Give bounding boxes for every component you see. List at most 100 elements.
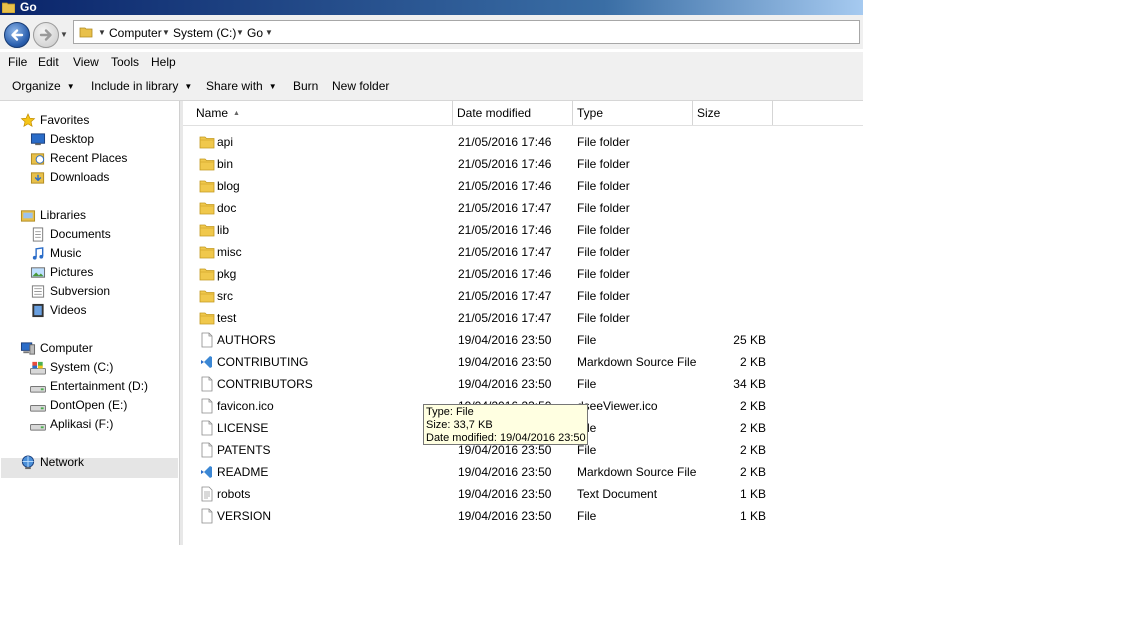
file-row[interactable]: doc 21/05/2016 17:47 File folder: [183, 197, 863, 219]
file-name: VERSION: [217, 509, 272, 523]
file-size: 34 KB: [733, 377, 766, 391]
file-name: PATENTS: [217, 443, 271, 457]
file-row[interactable]: pkg 21/05/2016 17:46 File folder: [183, 263, 863, 285]
file-name: robots: [217, 487, 251, 501]
recent-pages-dropdown[interactable]: ▼: [60, 30, 68, 39]
forward-button[interactable]: [33, 22, 59, 48]
new-folder-button[interactable]: New folder: [332, 79, 389, 93]
file-date-modified: 21/05/2016 17:47: [458, 245, 552, 259]
nav-item-label: DontOpen (E:): [50, 398, 128, 412]
tooltip-date: Date modified: 19/04/2016 23:50: [426, 432, 586, 444]
folder-icon: [199, 202, 215, 215]
file-type: File folder: [577, 267, 630, 281]
nav-item-label: Aplikasi (F:): [50, 417, 114, 431]
nav-item-label: System (C:): [50, 360, 114, 374]
chevron-down-icon: ▼: [184, 82, 193, 91]
menu-edit[interactable]: Edit: [38, 55, 59, 69]
arrow-right-icon: [39, 29, 52, 41]
nav-favorites-label: Favorites: [40, 113, 90, 127]
breadcrumb-system-c[interactable]: System (C:): [173, 26, 236, 40]
file-name: doc: [217, 201, 237, 215]
file-name: LICENSE: [217, 421, 269, 435]
column-type[interactable]: Type: [573, 101, 693, 125]
file-name: lib: [217, 223, 230, 237]
file-name: AUTHORS: [217, 333, 276, 347]
title-bar[interactable]: Go: [0, 0, 863, 15]
tooltip-size: Size: 33,7 KB: [426, 419, 493, 431]
include-in-library-button[interactable]: Include in library ▼: [91, 79, 192, 93]
file-row[interactable]: VERSION 19/04/2016 23:50 File 1 KB: [183, 505, 863, 527]
chevron-down-icon[interactable]: ▼: [236, 28, 244, 37]
file-size: 2 KB: [739, 465, 766, 479]
pictures-icon: [30, 267, 46, 278]
file-row[interactable]: src 21/05/2016 17:47 File folder: [183, 285, 863, 307]
nav-libraries-label: Libraries: [40, 208, 87, 222]
address-box[interactable]: ▼ Computer ▼ System (C:) ▼ Go ▼: [73, 20, 860, 44]
burn-button[interactable]: Burn: [293, 79, 318, 93]
menu-tools[interactable]: Tools: [111, 55, 139, 69]
column-name-label: Name: [196, 106, 229, 120]
file-row[interactable]: misc 21/05/2016 17:47 File folder: [183, 241, 863, 263]
file-name: CONTRIBUTING: [217, 355, 309, 369]
file-icon: [201, 508, 213, 524]
column-date-modified[interactable]: Date modified: [453, 101, 573, 125]
menu-file[interactable]: File: [8, 55, 27, 69]
breadcrumb-go[interactable]: Go: [247, 26, 263, 40]
file-row[interactable]: api 21/05/2016 17:46 File folder: [183, 131, 863, 153]
nav-item-label: Desktop: [50, 132, 95, 146]
folder-icon: [199, 136, 215, 149]
file-row[interactable]: robots 19/04/2016 23:50 Text Document 1 KB: [183, 483, 863, 505]
menu-help[interactable]: Help: [151, 55, 176, 69]
breadcrumb-computer[interactable]: Computer: [109, 26, 162, 40]
file-name: api: [217, 135, 234, 149]
file-row[interactable]: bin 21/05/2016 17:46 File folder: [183, 153, 863, 175]
share-with-button[interactable]: Share with ▼: [206, 79, 277, 93]
file-type: File folder: [577, 311, 630, 325]
nav-network-label: Network: [40, 455, 85, 469]
file-date-modified: 19/04/2016 23:50: [458, 465, 552, 479]
text-file-icon: [201, 486, 213, 502]
file-date-modified: 21/05/2016 17:46: [458, 223, 552, 237]
recent-places-icon: [30, 153, 45, 165]
file-type: File: [577, 333, 597, 347]
star-icon: [20, 113, 36, 127]
column-name[interactable]: Name ▲: [183, 101, 453, 125]
file-row[interactable]: AUTHORS 19/04/2016 23:50 File 25 KB: [183, 329, 863, 351]
chevron-down-icon[interactable]: ▼: [162, 28, 170, 37]
folder-icon: [199, 268, 215, 281]
file-type: File: [577, 509, 597, 523]
nav-item-label: Documents: [50, 227, 111, 241]
file-icon: [201, 420, 213, 436]
file-icon: [201, 332, 213, 348]
file-row[interactable]: CONTRIBUTING 19/04/2016 23:50 Markdown Sou…: [183, 351, 863, 373]
menu-view[interactable]: View: [73, 55, 99, 69]
file-date-modified: 21/05/2016 17:46: [458, 179, 552, 193]
file-type: Markdown Source File: [577, 465, 697, 479]
chevron-down-icon: ▼: [66, 82, 75, 91]
tooltip-type: Type: File: [426, 406, 474, 418]
column-size[interactable]: Size: [693, 101, 773, 125]
file-type: File folder: [577, 223, 630, 237]
file-date-modified: 21/05/2016 17:46: [458, 135, 552, 149]
file-row[interactable]: test 21/05/2016 17:47 File folder: [183, 307, 863, 329]
column-header: Name ▲ Date modified Type Size: [183, 101, 863, 126]
file-size: 2 KB: [739, 399, 766, 413]
computer-icon: [20, 342, 36, 355]
organize-label: Organize: [12, 79, 61, 93]
back-button[interactable]: [4, 22, 30, 48]
chevron-down-icon[interactable]: ▼: [265, 28, 273, 37]
file-row[interactable]: lib 21/05/2016 17:46 File folder: [183, 219, 863, 241]
file-row[interactable]: CONTRIBUTORS 19/04/2016 23:50 File 34 KB: [183, 373, 863, 395]
windows-drive-icon: [30, 361, 46, 375]
file-type: File folder: [577, 245, 630, 259]
nav-item-label: Videos: [50, 303, 87, 317]
file-icon: [201, 442, 213, 458]
organize-button[interactable]: Organize ▼: [12, 79, 75, 93]
file-type: Markdown Source File: [577, 355, 697, 369]
vscode-icon: [201, 356, 212, 368]
file-row[interactable]: README 19/04/2016 23:50 Markdown Source Fi…: [183, 461, 863, 483]
file-date-modified: 21/05/2016 17:47: [458, 201, 552, 215]
chevron-down-icon[interactable]: ▼: [98, 28, 106, 37]
vscode-icon: [201, 466, 212, 478]
file-row[interactable]: blog 21/05/2016 17:46 File folder: [183, 175, 863, 197]
